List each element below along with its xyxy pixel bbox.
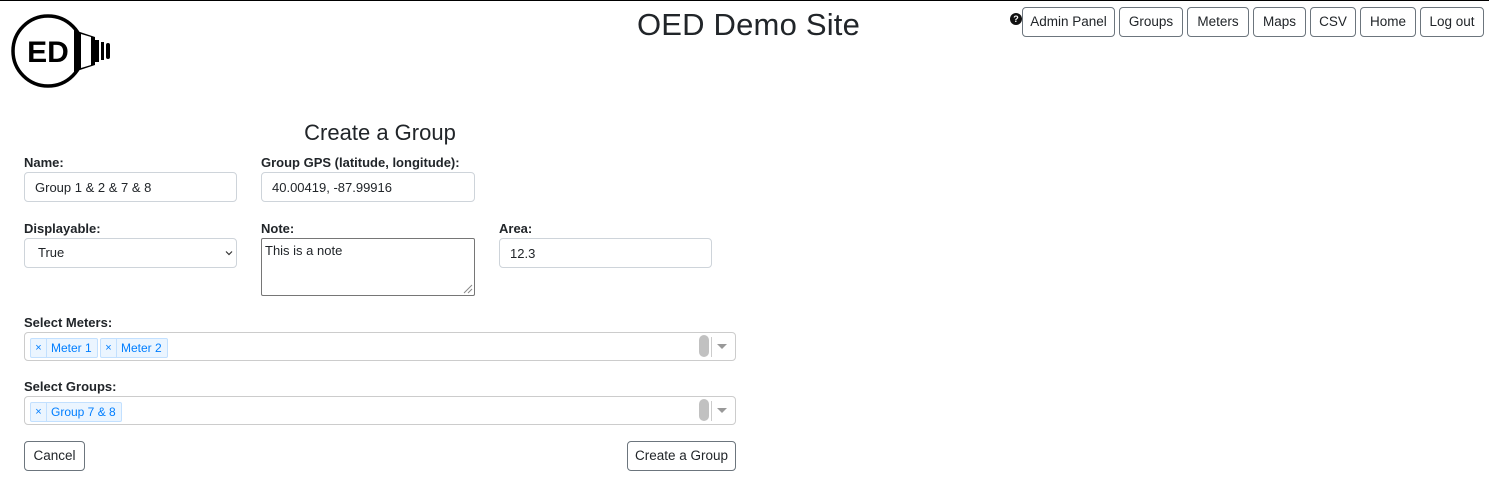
name-input[interactable] [24, 172, 237, 202]
name-label: Name: [24, 155, 64, 170]
select-meters-label: Select Meters: [24, 315, 113, 330]
help-icon[interactable]: ? [1010, 13, 1022, 25]
group-chip: × Group 7 & 8 [30, 402, 122, 422]
resize-grip-icon[interactable] [462, 283, 473, 294]
gps-label: Group GPS (latitude, longitude): [261, 155, 460, 170]
dropdown-arrow-icon[interactable] [717, 408, 727, 413]
nav-groups-button[interactable]: Groups [1119, 7, 1183, 37]
dropdown-arrow-icon[interactable] [717, 344, 727, 349]
meters-multiselect[interactable]: × Meter 1 × Meter 2 [24, 332, 736, 361]
nav-maps-button[interactable]: Maps [1253, 7, 1306, 37]
nav-meters-button[interactable]: Meters [1187, 7, 1249, 37]
note-label: Note: [261, 221, 295, 236]
remove-chip-icon[interactable]: × [101, 339, 117, 357]
note-textarea[interactable]: This is a note [261, 238, 475, 296]
area-input[interactable] [499, 238, 712, 268]
gps-input[interactable] [261, 172, 475, 202]
remove-chip-icon[interactable]: × [31, 403, 47, 421]
groups-multiselect[interactable]: × Group 7 & 8 [24, 396, 736, 425]
displayable-select[interactable]: True [24, 238, 237, 268]
divider [711, 401, 712, 421]
meter-chip: × Meter 1 [30, 338, 98, 358]
displayable-label: Displayable: [24, 221, 101, 236]
chip-label: Meter 2 [121, 341, 162, 355]
create-group-button[interactable]: Create a Group [627, 441, 736, 471]
nav-logout-button[interactable]: Log out [1420, 7, 1484, 37]
select-groups-label: Select Groups: [24, 379, 117, 394]
chip-label: Meter 1 [51, 341, 92, 355]
displayable-value: True [38, 245, 65, 260]
chevron-down-icon [225, 251, 233, 256]
remove-chip-icon[interactable]: × [31, 339, 47, 357]
nav-csv-button[interactable]: CSV [1310, 7, 1356, 37]
scrollbar-thumb[interactable] [699, 399, 709, 421]
area-label: Area: [499, 221, 533, 236]
form-title: Create a Group [304, 120, 456, 145]
cancel-button[interactable]: Cancel [24, 441, 85, 471]
meter-chip: × Meter 2 [100, 338, 168, 358]
nav-home-button[interactable]: Home [1360, 7, 1416, 37]
chip-label: Group 7 & 8 [51, 405, 116, 419]
scrollbar-thumb[interactable] [699, 335, 709, 357]
note-text: This is a note [265, 243, 343, 258]
divider [711, 337, 712, 357]
nav-admin-panel-button[interactable]: Admin Panel [1022, 7, 1115, 37]
